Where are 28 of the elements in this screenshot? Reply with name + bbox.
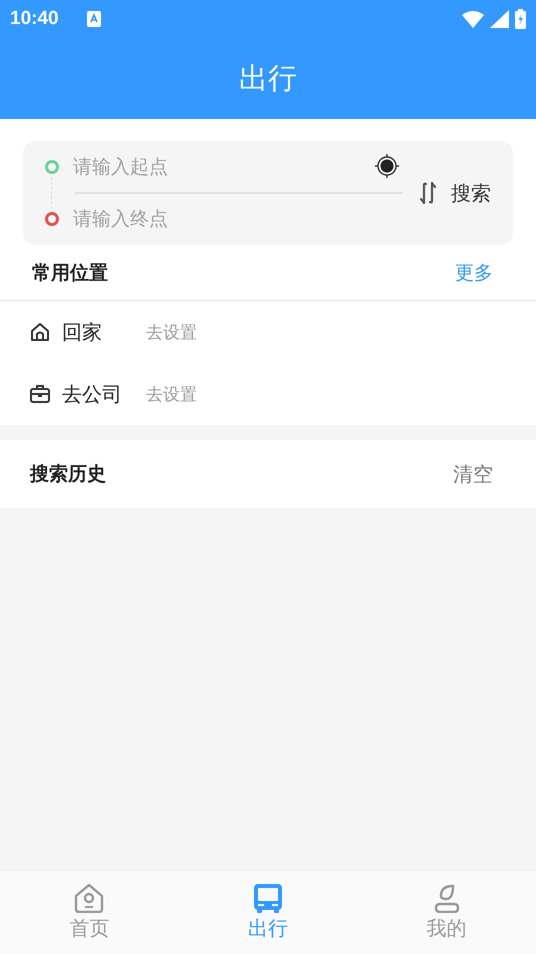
wifi-icon	[462, 10, 484, 28]
battery-icon	[515, 9, 526, 29]
more-link[interactable]: 更多	[455, 260, 493, 286]
end-dot-icon	[45, 212, 59, 226]
place-name[interactable]: 去公司	[62, 380, 134, 408]
search-button[interactable]: 搜索	[451, 180, 491, 206]
signal-icon	[490, 10, 509, 28]
section-title: 搜索历史	[30, 462, 106, 487]
bus-icon	[252, 883, 284, 913]
clear-button[interactable]: 清空	[453, 460, 493, 488]
end-input-field[interactable]: 请输入终点	[73, 208, 403, 230]
tab[interactable]: 首页	[0, 871, 179, 954]
section-title: 常用位置	[32, 260, 108, 286]
home-icon	[30, 322, 50, 342]
status-time: 10:40	[10, 8, 59, 30]
tab[interactable]: 我的	[357, 871, 536, 954]
swap-icon[interactable]	[419, 181, 437, 205]
home-icon	[73, 883, 106, 913]
page-title: 出行	[239, 60, 297, 96]
keyboard-icon	[86, 11, 101, 27]
place-name[interactable]: 回家	[62, 318, 134, 346]
start-input-field[interactable]: 请输入起点	[73, 156, 403, 178]
tab[interactable]: 出行	[178, 871, 358, 954]
locate-icon[interactable]	[375, 154, 399, 178]
start-dot-icon	[45, 160, 59, 174]
briefcase-icon	[30, 384, 50, 404]
set-link[interactable]: 去设置	[146, 382, 197, 406]
set-link[interactable]: 去设置	[146, 320, 197, 344]
